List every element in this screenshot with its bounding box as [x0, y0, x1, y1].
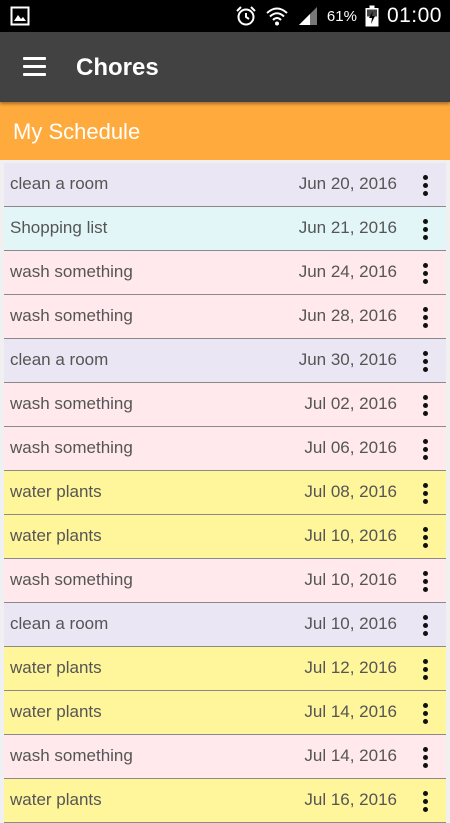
chore-name: water plants [10, 482, 102, 501]
chore-name: wash something [10, 394, 133, 413]
list-item[interactable]: wash something Jul 02, 2016 [4, 383, 446, 427]
list-item[interactable]: clean a room Jun 20, 2016 [4, 163, 446, 207]
more-options-icon[interactable] [414, 392, 436, 418]
list-item[interactable]: water plants Jul 10, 2016 [4, 515, 446, 559]
more-options-icon[interactable] [414, 436, 436, 462]
battery-percent: 61% [326, 7, 357, 25]
chore-name: clean a room [10, 350, 109, 369]
chore-date: Jun 21, 2016 [298, 218, 397, 237]
list-item[interactable]: clean a room Jun 30, 2016 [4, 339, 446, 383]
image-icon [10, 6, 30, 26]
more-options-icon[interactable] [414, 172, 436, 198]
battery-charging-icon [365, 5, 379, 27]
chore-name: wash something [10, 570, 133, 589]
wifi-icon [266, 7, 288, 26]
list-item[interactable]: water plants Jul 08, 2016 [4, 471, 446, 515]
chore-name: Shopping list [10, 218, 108, 237]
more-options-icon[interactable] [414, 216, 436, 242]
chore-name: wash something [10, 306, 133, 325]
chore-name: water plants [10, 658, 102, 677]
status-bar: 61% 01:00 [0, 0, 450, 32]
more-options-icon[interactable] [414, 348, 436, 374]
list-item[interactable]: wash something Jun 24, 2016 [4, 251, 446, 295]
chore-date: Jul 08, 2016 [304, 482, 397, 501]
chore-date: Jul 16, 2016 [304, 790, 397, 809]
chore-date: Jul 14, 2016 [304, 702, 397, 721]
status-icons: 61% 01:00 [235, 0, 442, 32]
more-options-icon[interactable] [414, 744, 436, 770]
more-options-icon[interactable] [414, 524, 436, 550]
chore-name: water plants [10, 526, 102, 545]
chore-name: wash something [10, 262, 133, 281]
more-options-icon[interactable] [414, 612, 436, 638]
section-header: My Schedule [0, 102, 450, 160]
chore-date: Jul 12, 2016 [304, 658, 397, 677]
chore-date: Jul 14, 2016 [304, 746, 397, 765]
more-options-icon[interactable] [414, 568, 436, 594]
more-options-icon[interactable] [414, 304, 436, 330]
more-options-icon[interactable] [414, 656, 436, 682]
chore-date: Jun 20, 2016 [298, 174, 397, 193]
chore-name: water plants [10, 790, 102, 809]
alarm-icon [236, 6, 256, 26]
chore-date: Jul 02, 2016 [304, 394, 397, 413]
chore-list: clean a room Jun 20, 2016 Shopping list Jun… [4, 163, 446, 823]
list-item[interactable]: Shopping list Jun 21, 2016 [4, 207, 446, 251]
chore-name: water plants [10, 702, 102, 721]
more-options-icon[interactable] [414, 700, 436, 726]
list-item[interactable]: wash something Jul 06, 2016 [4, 427, 446, 471]
list-item[interactable]: wash something Jul 10, 2016 [4, 559, 446, 603]
list-item[interactable]: wash something Jul 14, 2016 [4, 735, 446, 779]
chore-date: Jun 24, 2016 [298, 262, 397, 281]
chore-name: wash something [10, 746, 133, 765]
app-bar: Chores [0, 32, 450, 102]
more-options-icon[interactable] [414, 260, 436, 286]
list-item[interactable]: water plants Jul 16, 2016 [4, 779, 446, 823]
chore-name: clean a room [10, 614, 109, 633]
list-item[interactable]: wash something Jun 28, 2016 [4, 295, 446, 339]
chore-date: Jul 10, 2016 [304, 526, 397, 545]
chore-date: Jul 06, 2016 [304, 438, 397, 457]
signal-icon [298, 7, 317, 25]
chore-date: Jul 10, 2016 [304, 614, 397, 633]
list-item[interactable]: clean a room Jul 10, 2016 [4, 603, 446, 647]
section-title: My Schedule [13, 119, 141, 144]
chore-name: clean a room [10, 174, 109, 193]
list-item[interactable]: water plants Jul 14, 2016 [4, 691, 446, 735]
chore-date: Jun 30, 2016 [298, 350, 397, 369]
hamburger-menu-icon[interactable] [20, 55, 50, 79]
chore-date: Jun 28, 2016 [298, 306, 397, 325]
list-item[interactable]: water plants Jul 12, 2016 [4, 647, 446, 691]
more-options-icon[interactable] [414, 788, 436, 814]
more-options-icon[interactable] [414, 480, 436, 506]
clock: 01:00 [386, 4, 442, 27]
chore-date: Jul 10, 2016 [304, 570, 397, 589]
app-title: Chores [76, 54, 159, 81]
chore-name: wash something [10, 438, 133, 457]
